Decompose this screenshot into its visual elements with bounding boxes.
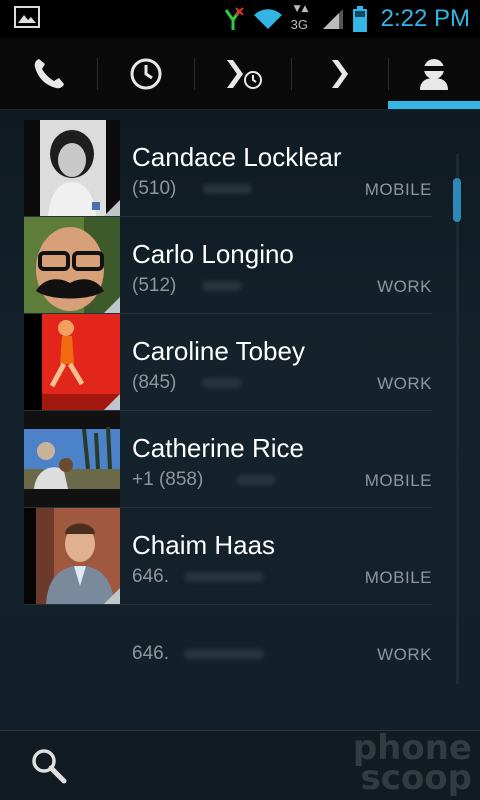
watermark-line-2: scoop bbox=[360, 758, 472, 798]
scroll-track bbox=[456, 154, 459, 684]
watermark: phone scoop bbox=[353, 731, 472, 798]
tab-contact-groups[interactable] bbox=[194, 38, 291, 110]
phone-type-label: WORK bbox=[377, 645, 432, 664]
contact-name: Caroline Tobey bbox=[132, 336, 305, 366]
phone-type-label: MOBILE bbox=[364, 568, 432, 587]
contact-list[interactable]: Candace Locklear (510) MOBILE Carlo Long… bbox=[0, 110, 480, 730]
phone-type-label: MOBILE bbox=[364, 180, 432, 199]
chevron-clock-icon bbox=[226, 60, 262, 89]
network-label: 3G bbox=[290, 17, 308, 32]
contact-row[interactable]: Caroline Tobey (845) WORK bbox=[24, 314, 432, 411]
contact-name: Carlo Longino bbox=[132, 239, 294, 269]
wifi-icon bbox=[253, 9, 282, 29]
contact-phone: (510) bbox=[132, 178, 177, 199]
phone-icon bbox=[34, 59, 64, 89]
contact-row-partial[interactable]: 646. WORK bbox=[24, 605, 432, 702]
search-icon[interactable] bbox=[28, 745, 70, 787]
tab-recent[interactable] bbox=[97, 38, 194, 110]
contact-phone: 646. bbox=[132, 643, 169, 664]
chevron-icon bbox=[331, 60, 348, 88]
tab-bar bbox=[0, 38, 480, 110]
tab-contacts[interactable] bbox=[388, 38, 480, 110]
contact-name: Candace Locklear bbox=[132, 142, 342, 172]
selected-tab-indicator bbox=[388, 101, 480, 109]
contact-phone: (845) bbox=[132, 372, 177, 393]
contact-row[interactable]: Candace Locklear (510) MOBILE bbox=[24, 120, 432, 217]
tab-phone[interactable] bbox=[0, 38, 97, 110]
cell-signal-icon bbox=[322, 9, 343, 29]
contact-photo[interactable] bbox=[24, 411, 120, 507]
signal-blocked-icon bbox=[224, 7, 244, 30]
clock-icon bbox=[130, 58, 161, 90]
contact-phone: 646. bbox=[132, 566, 169, 587]
status-bar: ▼▲ 3G 2:22 PM bbox=[0, 0, 480, 38]
contact-photo[interactable] bbox=[24, 508, 120, 604]
tab-favorites[interactable] bbox=[291, 38, 388, 110]
gallery-notification-icon bbox=[14, 6, 40, 28]
battery-icon bbox=[352, 6, 367, 32]
contact-phone: +1 (858) bbox=[132, 469, 204, 490]
phone-type-label: WORK bbox=[377, 374, 432, 393]
contact-photo[interactable] bbox=[24, 217, 120, 313]
phone-type-label: MOBILE bbox=[364, 471, 432, 490]
contact-phone: (512) bbox=[132, 275, 177, 296]
clock: 2:22 PM bbox=[380, 5, 470, 32]
contact-photo[interactable] bbox=[24, 314, 120, 410]
contact-name: Catherine Rice bbox=[132, 433, 304, 463]
contact-photo[interactable] bbox=[24, 120, 120, 216]
contact-row[interactable]: Chaim Haas 646. MOBILE bbox=[24, 508, 432, 605]
scrollbar-thumb[interactable] bbox=[453, 178, 461, 222]
phone-type-label: WORK bbox=[377, 277, 432, 296]
contact-row[interactable]: Catherine Rice +1 (858) MOBILE bbox=[24, 411, 432, 508]
bottom-action-bar: phone scoop bbox=[0, 730, 480, 800]
network-3g-indicator: ▼▲ 3G bbox=[290, 4, 310, 32]
person-icon bbox=[420, 59, 448, 90]
contact-row[interactable]: Carlo Longino (512) WORK bbox=[24, 217, 432, 314]
contact-name: Chaim Haas bbox=[132, 530, 276, 560]
